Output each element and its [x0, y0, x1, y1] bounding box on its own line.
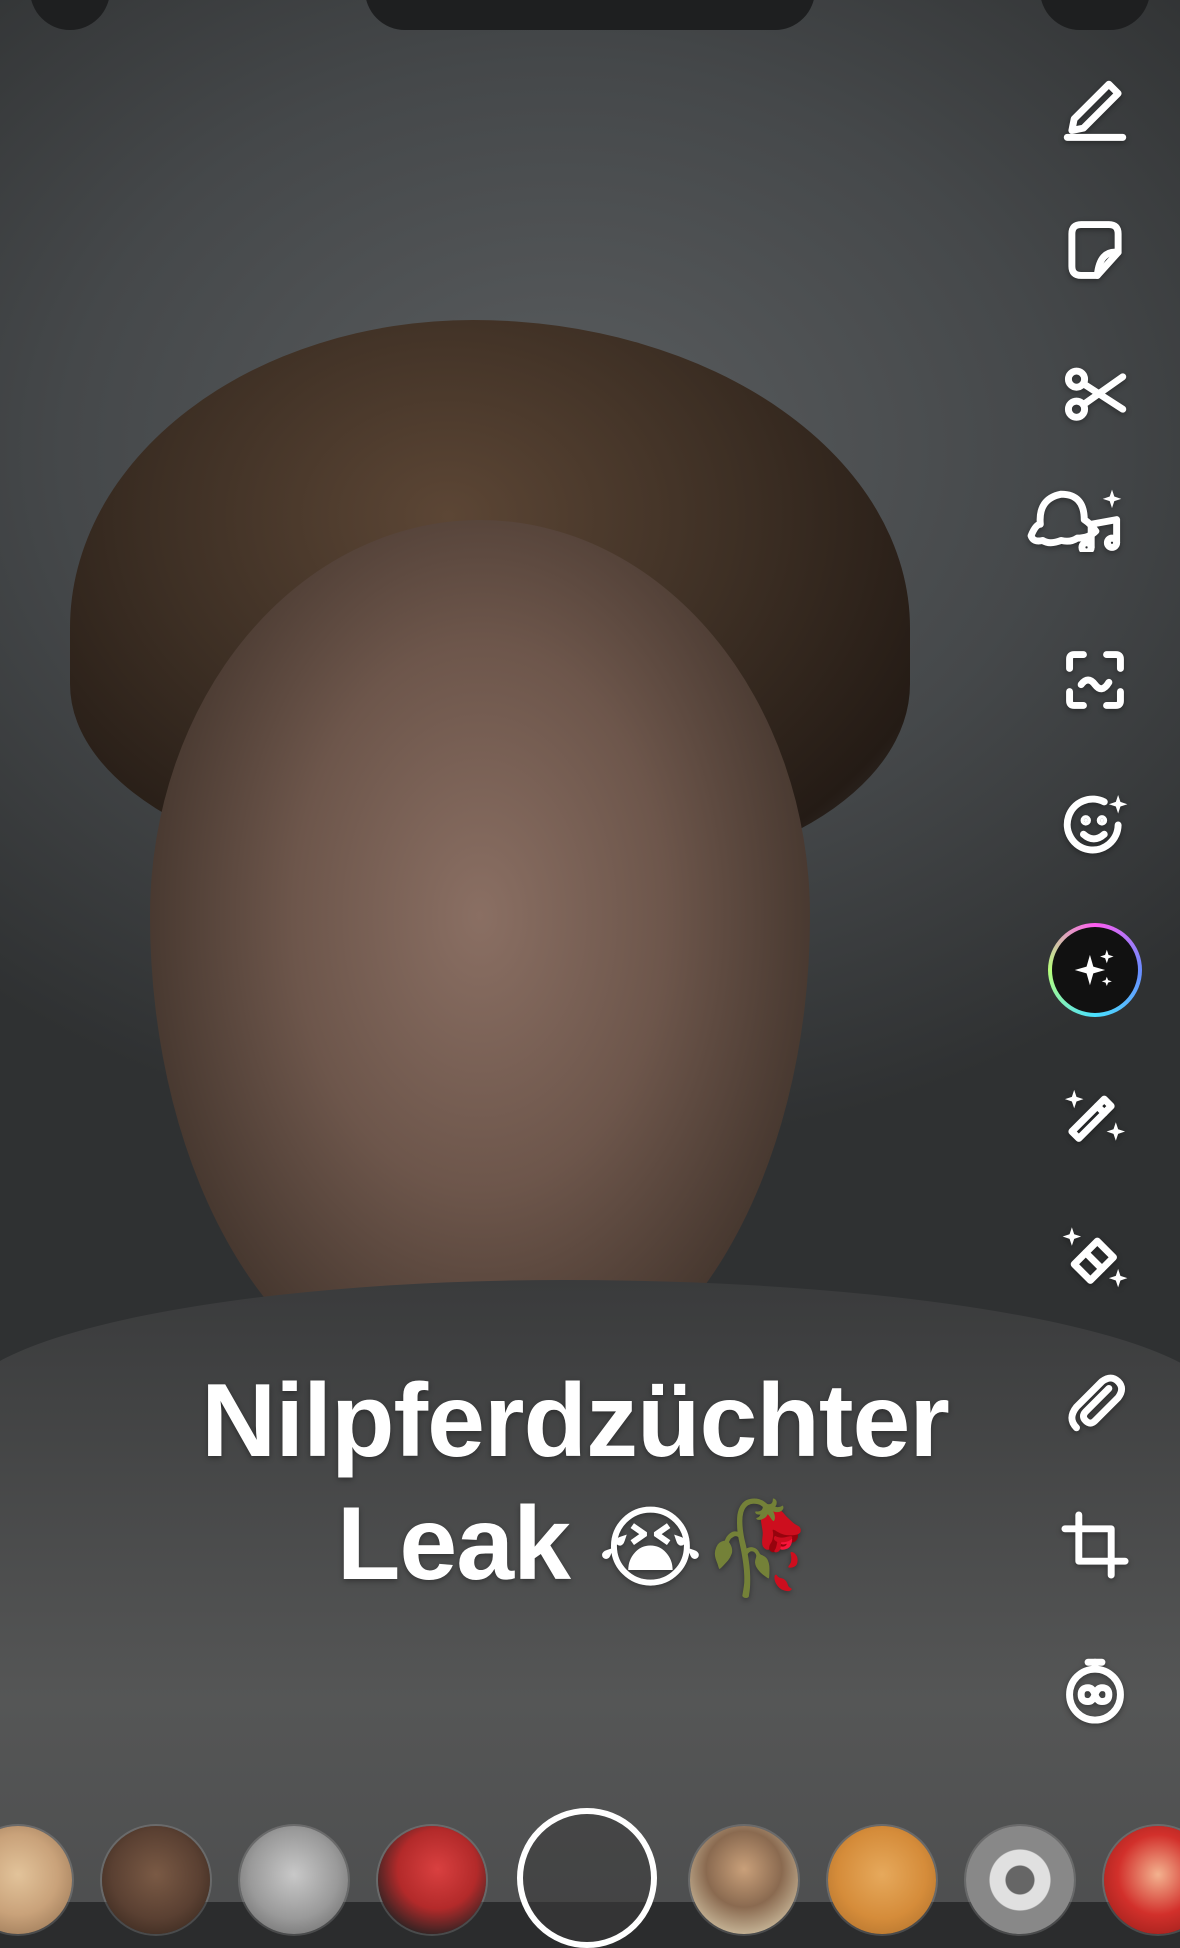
lens-item-ring[interactable] — [966, 1826, 1074, 1934]
music-tool-button[interactable] — [1000, 460, 1150, 570]
crop-icon — [1061, 1511, 1129, 1579]
caption-text[interactable]: Nilpferdzüchter Leak 😭🥀 — [150, 1360, 1000, 1605]
paperclip-icon — [1068, 1374, 1126, 1432]
lens-item-sunglasses[interactable] — [690, 1826, 798, 1934]
pencil-icon — [1063, 80, 1127, 141]
caption-line-2: Leak — [336, 1485, 571, 1602]
magic-eraser-icon — [1062, 1227, 1128, 1288]
ai-sparkle-icon — [1074, 949, 1114, 987]
ai-tool-button[interactable] — [1040, 915, 1150, 1025]
ai-button-ring — [1048, 923, 1142, 1017]
lens-carousel — [0, 1808, 1180, 1948]
link-tool-button[interactable] — [1040, 1345, 1150, 1455]
sticker-icon — [1068, 221, 1122, 279]
caption-emoji: 😭🥀 — [597, 1495, 814, 1601]
sticker-tool-button[interactable] — [1040, 195, 1150, 305]
lens-item-red[interactable] — [1104, 1826, 1180, 1934]
lens-item-man[interactable] — [102, 1826, 210, 1934]
camera-preview — [0, 0, 1180, 1902]
magic-wand-icon — [1064, 1089, 1126, 1142]
lens-item-cat[interactable] — [828, 1826, 936, 1934]
timer-tool-button[interactable] — [1040, 1635, 1150, 1745]
scissors-icon — [1064, 367, 1127, 421]
crop-tool-button[interactable] — [1040, 1490, 1150, 1600]
music-icon — [1027, 489, 1122, 552]
lens-item-child[interactable] — [240, 1826, 348, 1934]
capture-button[interactable] — [517, 1808, 657, 1948]
draw-tool-button[interactable] — [1040, 50, 1150, 160]
photo-face-region — [150, 520, 810, 1400]
lens-smile-icon — [1063, 794, 1128, 854]
caption-line-1: Nilpferdzüchter — [201, 1363, 950, 1479]
lens-item-dog[interactable] — [0, 1826, 72, 1934]
magic-wand-tool-button[interactable] — [1040, 1058, 1150, 1168]
top-center-pill[interactable] — [365, 0, 815, 30]
scan-icon — [1066, 651, 1124, 709]
magic-eraser-tool-button[interactable] — [1040, 1200, 1150, 1310]
timer-icon — [1066, 1658, 1124, 1724]
scan-tool-button[interactable] — [1040, 625, 1150, 735]
scissors-tool-button[interactable] — [1040, 338, 1150, 448]
editing-toolbar — [1027, 0, 1160, 1760]
lens-item-spiderman[interactable] — [378, 1826, 486, 1934]
lens-tool-button[interactable] — [1040, 770, 1150, 880]
